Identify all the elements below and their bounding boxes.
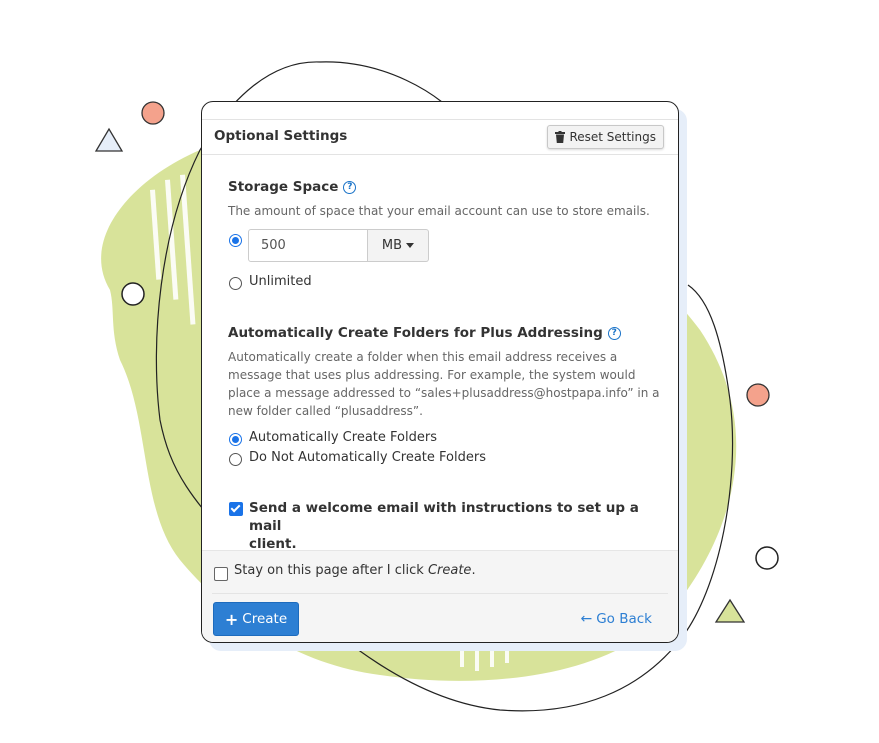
- stay-suffix: .: [471, 563, 476, 578]
- description-line: message that uses plus addressing. For e…: [228, 368, 636, 382]
- welcome-email-checkbox[interactable]: [229, 502, 243, 516]
- question-circle-icon[interactable]: ?: [607, 326, 621, 340]
- welcome-email-line: Send a welcome email with instructions t…: [249, 500, 639, 534]
- coral-circle-top: [141, 101, 165, 125]
- plus-icon: +: [224, 609, 239, 629]
- storage-quota-input[interactable]: 500: [248, 229, 368, 262]
- white-circle-left: [121, 282, 145, 306]
- stay-prefix: Stay on this page after I click: [234, 563, 428, 578]
- reset-settings-label: Reset Settings: [569, 130, 656, 144]
- panel-header: Optional Settings Reset Settings: [202, 119, 678, 155]
- storage-space-label: Storage Space: [228, 179, 339, 195]
- storage-unlimited-label: Unlimited: [249, 274, 312, 289]
- panel-footer: Stay on this page after I click Create. …: [202, 550, 678, 642]
- arrow-left-icon: ←: [580, 611, 593, 627]
- storage-unit-label: MB: [381, 238, 403, 253]
- plus-addressing-description: Automatically create a folder when this …: [228, 348, 660, 420]
- go-back-label: Go Back: [596, 611, 652, 627]
- stay-emphasis: Create: [427, 563, 472, 578]
- storage-space-title: Storage Space ?: [228, 179, 357, 195]
- description-line: place a message addressed to “sales+plus…: [228, 386, 660, 400]
- storage-custom-radio[interactable]: [229, 234, 242, 247]
- reset-settings-button[interactable]: Reset Settings: [547, 125, 664, 149]
- triangle-left: [94, 127, 124, 152]
- welcome-email-label: Send a welcome email with instructions t…: [249, 499, 649, 553]
- triangle-right: [714, 598, 746, 623]
- create-button[interactable]: + Create: [213, 602, 299, 636]
- question-circle-icon[interactable]: ?: [343, 180, 357, 194]
- description-line: new folder called “plusaddress”.: [228, 404, 423, 418]
- storage-unlimited-radio[interactable]: [229, 277, 242, 290]
- storage-space-description: The amount of space that your email acco…: [228, 204, 650, 218]
- trash-icon: [555, 131, 566, 143]
- no-auto-create-folders-radio[interactable]: [229, 453, 242, 466]
- plus-addressing-label: Automatically Create Folders for Plus Ad…: [228, 325, 603, 341]
- plus-addressing-title: Automatically Create Folders for Plus Ad…: [228, 325, 621, 341]
- caret-down-icon: [406, 243, 415, 248]
- no-auto-create-folders-label: Do Not Automatically Create Folders: [249, 450, 486, 465]
- create-label: Create: [242, 611, 288, 627]
- storage-unit-dropdown[interactable]: MB: [368, 229, 429, 262]
- footer-divider: [212, 593, 668, 594]
- stay-on-page-label: Stay on this page after I click Create.: [234, 563, 476, 578]
- description-line: Automatically create a folder when this …: [228, 350, 618, 364]
- auto-create-folders-label: Automatically Create Folders: [249, 430, 437, 445]
- coral-circle-right: [746, 383, 770, 407]
- optional-settings-panel: Optional Settings Reset Settings Storage…: [201, 101, 679, 643]
- auto-create-folders-radio[interactable]: [229, 433, 242, 446]
- panel-title: Optional Settings: [214, 128, 348, 144]
- white-circle-right: [755, 546, 779, 570]
- go-back-link[interactable]: ← Go Back: [580, 611, 652, 627]
- stay-on-page-checkbox[interactable]: [214, 567, 228, 581]
